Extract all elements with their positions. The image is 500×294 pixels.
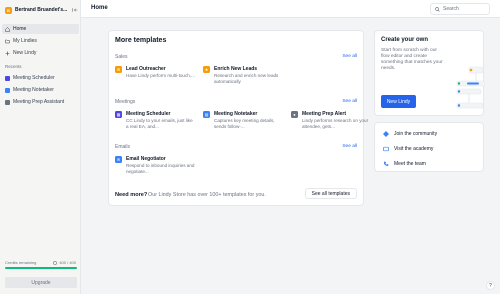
see-all-emails-link[interactable]: See all <box>342 144 357 149</box>
credits-progress <box>5 267 77 269</box>
community-icon <box>383 131 389 137</box>
recent-item[interactable]: Meeting Notetaker <box>2 85 79 95</box>
link-label: Visit the academy <box>394 146 434 152</box>
credits-progress-fill <box>5 267 77 269</box>
plus-icon <box>5 51 10 55</box>
credits-value: 400 / 400 <box>53 260 76 265</box>
see-all-meetings-link[interactable]: See all <box>342 99 357 104</box>
sidebar: B Bertrand Bruandet's... Home My Lindies… <box>0 0 81 294</box>
meeting-scheduler-icon <box>5 75 10 81</box>
help-button[interactable]: ? <box>486 281 495 290</box>
recent-item-label: Meeting Prep Assistant <box>13 99 65 105</box>
nav-item-home[interactable]: Home <box>2 24 79 34</box>
recent-item[interactable]: Meeting Prep Assistant <box>2 97 79 107</box>
create-desc: Start from scratch with our flow editor … <box>381 48 443 71</box>
collapse-sidebar-icon[interactable] <box>72 7 78 13</box>
recent-item-label: Meeting Scheduler <box>13 75 55 81</box>
sparkle-icon: ★ <box>203 66 210 73</box>
search-icon <box>435 6 440 12</box>
workspace-name: Bertrand Bruandet's... <box>15 7 68 13</box>
template-desc: CC Lindy to your emails, just like a rea… <box>126 118 193 129</box>
recent-item-label: Meeting Notetaker <box>13 87 54 93</box>
link-label: Meet the team <box>394 161 426 167</box>
template-desc: Research and enrich new leads automatica… <box>214 73 279 84</box>
nav-item-my-lindies[interactable]: My Lindies <box>2 36 79 46</box>
email-icon: ✉ <box>115 156 122 163</box>
see-all-sales-link[interactable]: See all <box>342 54 357 59</box>
template-name: Lead Outreacher <box>126 66 166 72</box>
academy-icon <box>383 146 389 152</box>
template-lead-outreacher[interactable]: ✉ Lead Outreacher Have Lindy perform mul… <box>115 65 199 91</box>
meeting-prep-icon <box>5 99 10 105</box>
meeting-notetaker-icon <box>5 87 10 93</box>
template-name: Meeting Prep Alert <box>302 111 346 117</box>
template-meeting-scheduler[interactable]: ▦ Meeting Scheduler CC Lindy to your ema… <box>115 110 199 136</box>
folder-icon <box>5 39 10 43</box>
need-more-question: Need more? <box>115 192 148 198</box>
templates-title: More templates <box>115 37 167 44</box>
template-name: Enrich New Leads <box>214 66 258 72</box>
flow-editor-illustration <box>456 66 485 109</box>
template-name: Email Negotiator <box>126 156 166 162</box>
credits-icon <box>53 260 58 265</box>
join-community-link[interactable]: Join the community <box>383 129 437 139</box>
template-desc: Lindy performs research on your attendee… <box>302 118 369 129</box>
nav-item-label: My Lindies <box>13 38 37 44</box>
upgrade-button[interactable]: Upgrade <box>5 277 77 288</box>
recents-label: Recents <box>5 64 22 69</box>
workspace-avatar: B <box>5 6 12 14</box>
nav-item-label: Home <box>13 26 27 32</box>
meet-team-link[interactable]: Meet the team <box>383 159 426 169</box>
search-placeholder: Search <box>443 6 459 12</box>
link-label: Join the community <box>394 131 438 137</box>
page-title: Home <box>91 5 108 11</box>
home-icon <box>5 26 10 32</box>
links-card: Join the community Visit the academy Mee… <box>374 122 484 172</box>
category-sales: Sales <box>115 54 128 60</box>
alert-icon: ● <box>291 111 298 118</box>
mail-icon: ✉ <box>115 66 122 73</box>
workspace-switcher[interactable]: B Bertrand Bruandet's... <box>5 5 77 15</box>
template-name: Meeting Scheduler <box>126 111 171 117</box>
template-email-negotiator[interactable]: ✉ Email Negotiator Respond to inbound in… <box>115 155 199 181</box>
template-name: Meeting Notetaker <box>214 111 258 117</box>
calendar-icon: ▦ <box>115 111 122 118</box>
create-your-own-card: Create your own Start from scratch with … <box>374 30 485 116</box>
phone-icon <box>383 161 389 166</box>
template-enrich-new-leads[interactable]: ★ Enrich New Leads Research and enrich n… <box>203 65 287 91</box>
template-meeting-notetaker[interactable]: ▤ Meeting Notetaker Captures key meeting… <box>203 110 287 136</box>
notes-icon: ▤ <box>203 111 210 118</box>
new-lindy-button[interactable]: New Lindy <box>381 95 416 108</box>
see-all-templates-button[interactable]: See all templates <box>304 188 357 199</box>
category-emails: Emails <box>115 144 131 150</box>
template-meeting-prep-alert[interactable]: ● Meeting Prep Alert Lindy performs rese… <box>291 110 375 136</box>
need-more-text: Our Lindy Store has over 100+ templates … <box>148 192 266 198</box>
topbar: Home Search <box>81 0 500 18</box>
visit-academy-link[interactable]: Visit the academy <box>383 144 433 154</box>
credits-label: Credits remaining <box>5 260 37 265</box>
template-desc: Have Lindy perform multi-touch,... <box>126 73 195 78</box>
templates-card: More templates Sales See all ✉ Lead Outr… <box>108 30 368 206</box>
credits-value-text: 400 / 400 <box>59 260 76 265</box>
category-meetings: Meetings <box>115 99 136 105</box>
nav-item-label: New Lindy <box>13 50 37 56</box>
template-desc: Captures key meeting details, sends foll… <box>214 118 275 129</box>
create-title: Create your own <box>381 37 429 43</box>
template-desc: Respond to inbound inquiries and negotia… <box>126 163 195 174</box>
nav-item-new-lindy[interactable]: New Lindy <box>2 48 79 58</box>
search-input[interactable]: Search <box>430 3 490 15</box>
recent-item[interactable]: Meeting Scheduler <box>2 73 79 83</box>
